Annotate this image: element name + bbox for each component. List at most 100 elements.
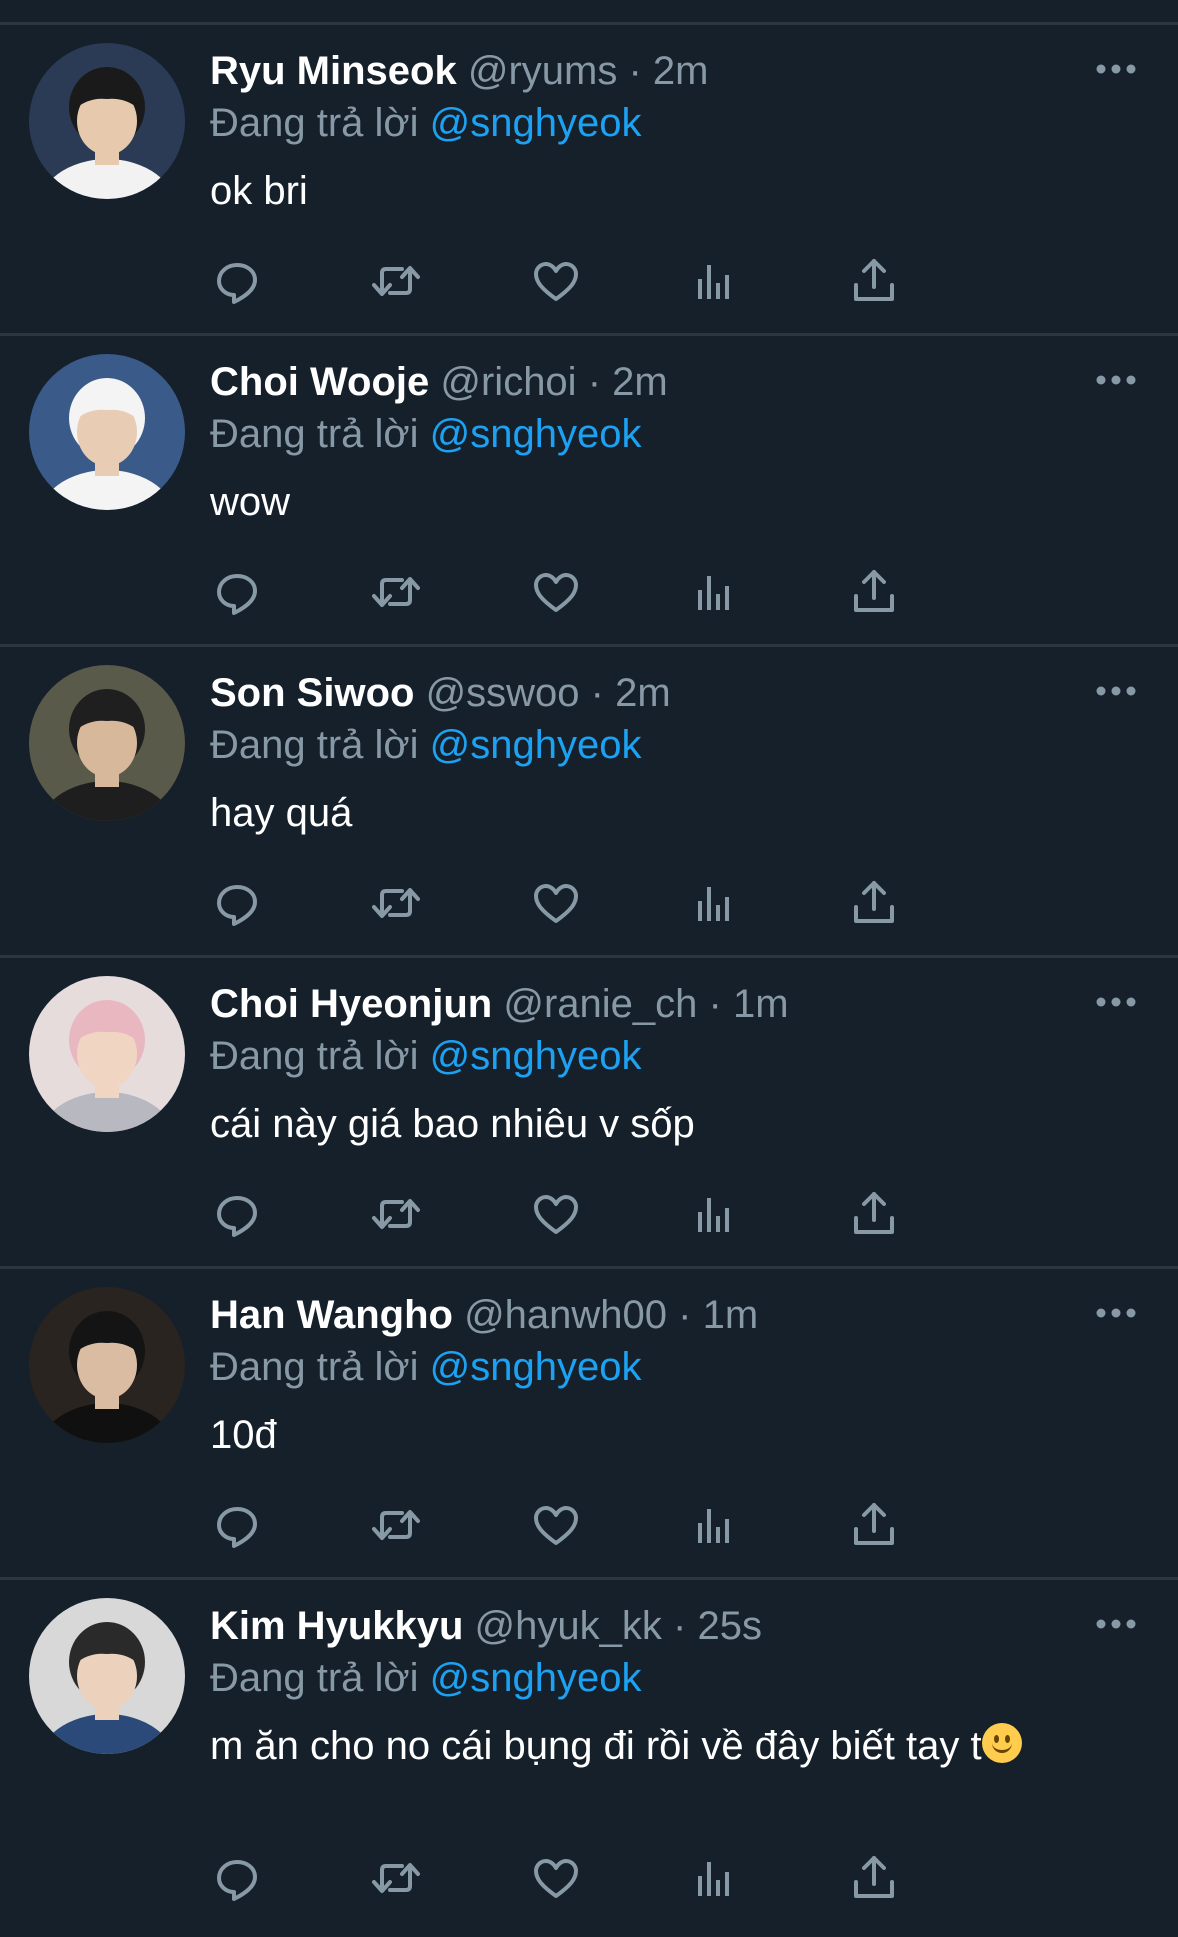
more-dots-icon: [1096, 375, 1136, 385]
replying-to-mention[interactable]: @snghyeok: [430, 101, 642, 145]
like-button[interactable]: [528, 253, 584, 309]
share-button[interactable]: [846, 253, 902, 309]
views-button[interactable]: [687, 1850, 743, 1906]
tweet[interactable]: Choi Wooje @richoi · 2m Đang trả lời @sn…: [0, 333, 1178, 644]
user-handle[interactable]: @ryums: [468, 49, 618, 93]
tweet[interactable]: Son Siwoo @sswoo · 2m Đang trả lời @sngh…: [0, 644, 1178, 955]
action-bar: [210, 564, 1050, 620]
more-options-button[interactable]: [1094, 1616, 1138, 1632]
more-options-button[interactable]: [1094, 372, 1138, 388]
slightly-smiling-face-emoji: [981, 1723, 1022, 1763]
heart-icon: [534, 1506, 578, 1545]
views-button[interactable]: [687, 875, 743, 931]
avatar[interactable]: [29, 1287, 185, 1443]
display-name[interactable]: Kim Hyukkyu: [210, 1604, 463, 1648]
display-name[interactable]: Ryu Minseok: [210, 49, 457, 93]
replying-to-mention[interactable]: @snghyeok: [430, 1345, 642, 1389]
like-button[interactable]: [528, 1186, 584, 1242]
timestamp[interactable]: 2m: [653, 49, 709, 93]
like-button[interactable]: [528, 1850, 584, 1906]
more-options-button[interactable]: [1094, 61, 1138, 77]
more-dots-icon: [1096, 64, 1136, 74]
tweet-text: ok bri: [210, 165, 1138, 217]
replying-to-mention[interactable]: @snghyeok: [430, 723, 642, 767]
analytics-icon: [698, 576, 729, 610]
display-name[interactable]: Son Siwoo: [210, 671, 414, 715]
timestamp[interactable]: 2m: [612, 360, 668, 404]
user-handle[interactable]: @sswoo: [426, 671, 580, 715]
timestamp[interactable]: 1m: [733, 982, 789, 1026]
share-icon: [854, 1503, 894, 1545]
action-bar: [210, 1497, 1050, 1553]
tweet-header: Choi Hyeonjun @ranie_ch · 1m: [210, 978, 1138, 1030]
retweet-icon: [372, 1863, 420, 1893]
retweet-button[interactable]: [368, 1497, 424, 1553]
avatar[interactable]: [29, 665, 185, 821]
timestamp[interactable]: 25s: [697, 1604, 762, 1648]
reply-button[interactable]: [210, 1850, 266, 1906]
like-button[interactable]: [528, 875, 584, 931]
display-name[interactable]: Choi Hyeonjun: [210, 982, 492, 1026]
replying-to-line: Đang trả lời @snghyeok: [210, 97, 1138, 149]
views-button[interactable]: [687, 1497, 743, 1553]
like-button[interactable]: [528, 1497, 584, 1553]
user-handle[interactable]: @hyuk_kk: [475, 1604, 662, 1648]
replying-to-mention[interactable]: @snghyeok: [430, 1034, 642, 1078]
reply-button[interactable]: [210, 875, 266, 931]
views-button[interactable]: [687, 1186, 743, 1242]
reply-button[interactable]: [210, 564, 266, 620]
user-handle[interactable]: @richoi: [440, 360, 576, 404]
more-dots-icon: [1096, 686, 1136, 696]
share-button[interactable]: [846, 875, 902, 931]
timestamp[interactable]: 1m: [703, 1293, 759, 1337]
reply-icon: [217, 574, 257, 615]
retweet-button[interactable]: [368, 564, 424, 620]
avatar-image: [29, 976, 185, 1132]
views-button[interactable]: [687, 564, 743, 620]
dot-separator: ·: [628, 49, 642, 93]
heart-icon: [534, 573, 578, 612]
tweet-body: Choi Hyeonjun @ranie_ch · 1m Đang trả lờ…: [210, 978, 1138, 1150]
share-icon: [854, 1856, 894, 1898]
tweet[interactable]: Kim Hyukkyu @hyuk_kk · 25s Đang trả lời …: [0, 1577, 1178, 1937]
reply-button[interactable]: [210, 253, 266, 309]
tweet[interactable]: Choi Hyeonjun @ranie_ch · 1m Đang trả lờ…: [0, 955, 1178, 1266]
more-options-button[interactable]: [1094, 683, 1138, 699]
share-button[interactable]: [846, 564, 902, 620]
reply-button[interactable]: [210, 1186, 266, 1242]
tweet[interactable]: Han Wangho @hanwh00 · 1m Đang trả lời @s…: [0, 1266, 1178, 1577]
avatar[interactable]: [29, 976, 185, 1132]
views-button[interactable]: [687, 253, 743, 309]
reply-button[interactable]: [210, 1497, 266, 1553]
share-button[interactable]: [846, 1850, 902, 1906]
reply-icon: [217, 1507, 257, 1548]
avatar-image: [29, 43, 185, 199]
like-button[interactable]: [528, 564, 584, 620]
more-options-button[interactable]: [1094, 994, 1138, 1010]
retweet-button[interactable]: [368, 1186, 424, 1242]
share-button[interactable]: [846, 1497, 902, 1553]
display-name[interactable]: Han Wangho: [210, 1293, 453, 1337]
tweet[interactable]: Ryu Minseok @ryums · 2m Đang trả lời @sn…: [0, 22, 1178, 333]
replying-to-mention[interactable]: @snghyeok: [430, 1656, 642, 1700]
retweet-button[interactable]: [368, 253, 424, 309]
replying-to-mention[interactable]: @snghyeok: [430, 412, 642, 456]
retweet-button[interactable]: [368, 1850, 424, 1906]
action-bar: [210, 1850, 1050, 1906]
share-button[interactable]: [846, 1186, 902, 1242]
avatar[interactable]: [29, 354, 185, 510]
more-options-button[interactable]: [1094, 1305, 1138, 1321]
user-handle[interactable]: @ranie_ch: [503, 982, 697, 1026]
timestamp[interactable]: 2m: [615, 671, 671, 715]
avatar[interactable]: [29, 43, 185, 199]
avatar[interactable]: [29, 1598, 185, 1754]
replying-prefix: Đang trả lời: [210, 1034, 419, 1078]
tweet-text: 10đ: [210, 1409, 1138, 1461]
replying-to-line: Đang trả lời @snghyeok: [210, 1652, 1138, 1704]
tweet-text-content: cái này giá bao nhiêu v sốp: [210, 1102, 695, 1146]
retweet-button[interactable]: [368, 875, 424, 931]
heart-icon: [534, 262, 578, 301]
user-handle[interactable]: @hanwh00: [464, 1293, 667, 1337]
tweet-text-content: wow: [210, 480, 291, 524]
display-name[interactable]: Choi Wooje: [210, 360, 429, 404]
